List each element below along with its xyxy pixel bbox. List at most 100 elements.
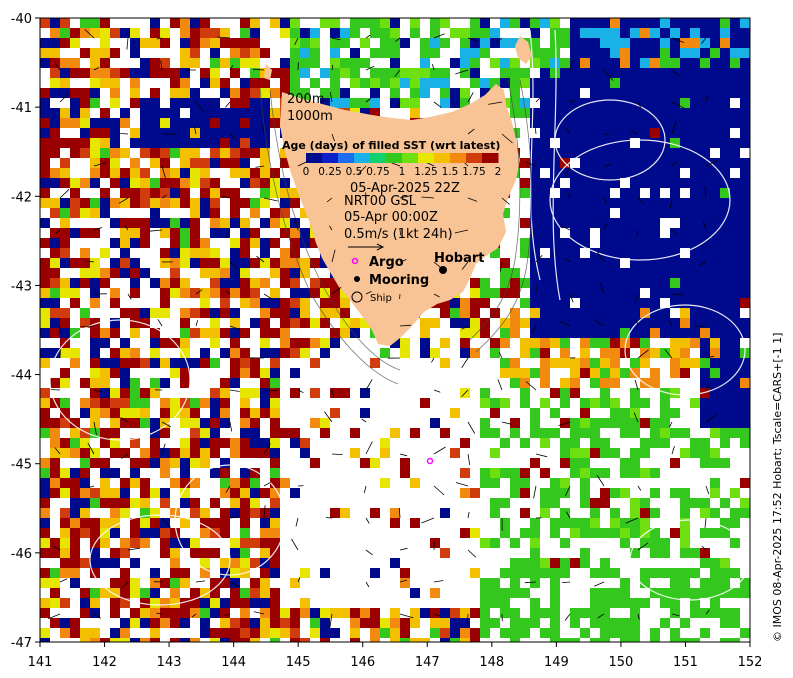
sst-pixel: [710, 378, 720, 388]
sst-pixel: [200, 518, 210, 528]
sst-pixel: [170, 448, 180, 458]
sst-pixel: [160, 118, 170, 128]
sst-pixel: [190, 308, 200, 318]
sst-pixel: [680, 268, 690, 278]
sst-pixel: [230, 618, 240, 628]
sst-pixel: [670, 488, 680, 498]
sst-pixel: [80, 628, 90, 638]
sst-pixel: [360, 608, 370, 618]
sst-pixel: [650, 538, 660, 548]
sst-pixel: [40, 168, 50, 178]
sst-pixel: [240, 438, 250, 448]
sst-pixel: [380, 618, 390, 628]
sst-pixel: [590, 108, 600, 118]
sst-pixel: [460, 348, 470, 358]
sst-pixel: [240, 38, 250, 48]
sst-pixel: [610, 318, 620, 328]
sst-pixel: [560, 28, 570, 38]
sst-pixel: [140, 178, 150, 188]
sst-pixel: [690, 158, 700, 168]
sst-pixel: [440, 338, 450, 348]
sst-pixel: [720, 58, 730, 68]
sst-pixel: [60, 348, 70, 358]
sst-pixel: [490, 408, 500, 418]
sst-pixel: [410, 518, 420, 528]
sst-pixel: [50, 568, 60, 578]
sst-pixel: [700, 458, 710, 468]
sst-pixel: [620, 118, 630, 128]
sst-pixel: [140, 408, 150, 418]
sst-pixel: [180, 458, 190, 468]
sst-pixel: [280, 478, 290, 488]
sst-pixel: [730, 518, 740, 528]
sst-pixel: [660, 208, 670, 218]
sst-pixel: [480, 38, 490, 48]
sst-pixel: [700, 498, 710, 508]
sst-pixel: [90, 488, 100, 498]
sst-pixel: [620, 78, 630, 88]
sst-pixel: [40, 38, 50, 48]
sst-pixel: [440, 88, 450, 98]
sst-pixel: [480, 278, 490, 288]
sst-pixel: [110, 138, 120, 148]
sst-pixel: [650, 428, 660, 438]
sst-pixel: [730, 178, 740, 188]
sst-pixel: [180, 68, 190, 78]
sst-pixel: [240, 268, 250, 278]
sst-pixel: [700, 578, 710, 588]
sst-pixel: [680, 428, 690, 438]
sst-pixel: [410, 68, 420, 78]
sst-pixel: [640, 218, 650, 228]
sst-pixel: [560, 298, 570, 308]
sst-pixel: [620, 148, 630, 158]
sst-pixel: [340, 388, 350, 398]
sst-pixel: [260, 308, 270, 318]
sst-pixel: [230, 108, 240, 118]
sst-pixel: [510, 108, 520, 118]
sst-pixel: [210, 318, 220, 328]
sst-pixel: [190, 58, 200, 68]
sst-pixel: [130, 158, 140, 168]
sst-pixel: [720, 128, 730, 138]
sst-pixel: [500, 528, 510, 538]
sst-pixel: [720, 258, 730, 268]
sst-pixel: [600, 448, 610, 458]
sst-pixel: [710, 78, 720, 88]
sst-pixel: [260, 178, 270, 188]
sst-pixel: [200, 258, 210, 268]
sst-pixel: [250, 28, 260, 38]
sst-pixel: [430, 628, 440, 638]
sst-pixel: [600, 638, 610, 642]
sst-pixel: [590, 448, 600, 458]
sst-pixel: [290, 628, 300, 638]
sst-pixel: [580, 258, 590, 268]
sst-pixel: [180, 178, 190, 188]
sst-pixel: [120, 338, 130, 348]
sst-pixel: [510, 288, 520, 298]
sst-pixel: [180, 618, 190, 628]
sst-pixel: [450, 318, 460, 328]
sst-pixel: [500, 468, 510, 478]
sst-pixel: [400, 38, 410, 48]
sst-pixel: [120, 68, 130, 78]
sst-pixel: [600, 418, 610, 428]
sst-pixel: [550, 608, 560, 618]
sst-pixel: [210, 588, 220, 598]
sst-pixel: [230, 98, 240, 108]
sst-pixel: [130, 328, 140, 338]
sst-pixel: [240, 28, 250, 38]
sst-pixel: [410, 88, 420, 98]
sst-pixel: [320, 638, 330, 642]
sst-pixel: [550, 198, 560, 208]
sst-pixel: [190, 18, 200, 28]
sst-pixel: [670, 258, 680, 268]
sst-pixel: [520, 68, 530, 78]
sst-pixel: [390, 608, 400, 618]
sst-pixel: [100, 268, 110, 278]
sst-pixel: [490, 618, 500, 628]
sst-pixel: [700, 48, 710, 58]
sst-pixel: [70, 28, 80, 38]
sst-pixel: [740, 68, 750, 78]
sst-pixel: [740, 368, 750, 378]
sst-pixel: [230, 448, 240, 458]
